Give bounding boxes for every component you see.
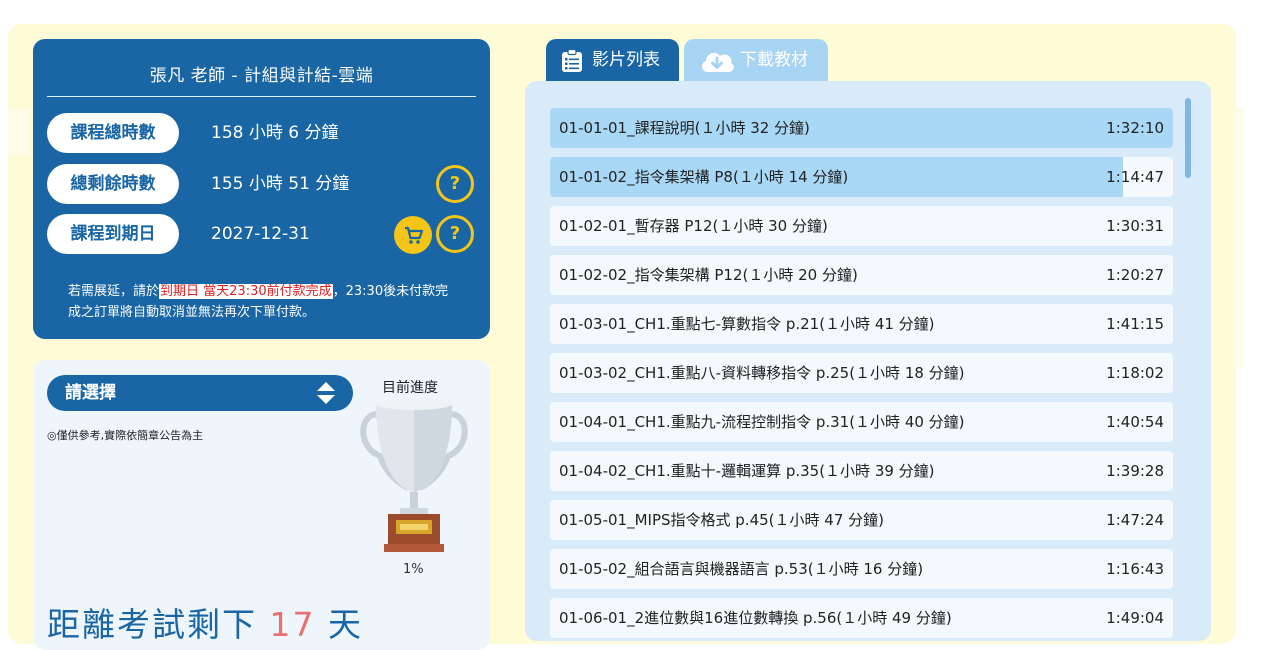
video-duration: 1:40:54 — [1106, 413, 1164, 431]
course-info-panel: 張凡 老師 - 計組與計結-雲端 課程總時數 158 小時 6 分鐘 總剩餘時數… — [33, 39, 490, 339]
video-duration: 1:16:43 — [1106, 560, 1164, 578]
video-duration: 1:32:10 — [1106, 119, 1164, 137]
video-duration: 1:47:24 — [1106, 511, 1164, 529]
video-title: 01-03-01_CH1.重點七-算數指令 p.21(１小時 41 分鐘) — [559, 315, 935, 333]
video-title: 01-01-02_指令集架構 P8(１小時 14 分鐘) — [559, 168, 849, 186]
countdown-prefix: 距離考試剩下 — [47, 605, 257, 644]
clipboard-list-icon — [562, 49, 582, 72]
video-item[interactable]: 01-02-01_暫存器 P12(１小時 30 分鐘) 1:30:31 — [550, 206, 1173, 246]
cart-button[interactable] — [394, 216, 432, 254]
video-duration: 1:14:47 — [1106, 168, 1164, 186]
stat-value: 155 小時 51 分鐘 — [211, 174, 350, 194]
trophy-icon — [360, 398, 468, 552]
cloud-download-icon — [702, 52, 734, 72]
progress-value: 1% — [403, 562, 424, 577]
video-item[interactable]: 01-02-02_指令集架構 P12(１小時 20 分鐘) 1:20:27 — [550, 255, 1173, 295]
decor-stripe — [8, 108, 30, 156]
video-title: 01-04-02_CH1.重點十-邏輯運算 p.35(１小時 39 分鐘) — [559, 462, 935, 480]
tab-downloads[interactable]: 下載教材 — [684, 39, 828, 81]
video-item[interactable]: 01-03-01_CH1.重點七-算數指令 p.21(１小時 41 分鐘) 1:4… — [550, 304, 1173, 344]
decor-stripe — [1234, 108, 1244, 368]
scrollbar[interactable] — [1185, 98, 1193, 630]
video-title: 01-05-02_組合語言與機器語言 p.53(１小時 16 分鐘) — [559, 560, 924, 578]
notice-text: 若需展延，請於 — [68, 284, 160, 299]
video-title: 01-06-01_2進位數與16進位數轉換 p.56(１小時 49 分鐘) — [559, 609, 952, 627]
video-item[interactable]: 01-01-01_課程說明(１小時 32 分鐘) 1:32:10 — [550, 108, 1173, 148]
countdown-suffix: 天 — [328, 605, 363, 644]
help-button[interactable]: ? — [436, 215, 474, 253]
stat-value: 2027-12-31 — [211, 224, 310, 244]
video-item[interactable]: 01-05-01_MIPS指令格式 p.45(１小時 47 分鐘) 1:47:24 — [550, 500, 1173, 540]
extension-notice: 若需展延，請於到期日 當天23:30前付款完成，23:30後未付款完成之訂單將自… — [68, 281, 458, 323]
progress-panel: 請選擇 ◎僅供參考,實際依簡章公告為主 目前進度 1% 距離考試剩下 17 天 — [33, 360, 490, 650]
divider — [47, 96, 476, 97]
video-duration: 1:30:31 — [1106, 217, 1164, 235]
stat-label: 課程到期日 — [47, 214, 179, 254]
video-title: 01-02-01_暫存器 P12(１小時 30 分鐘) — [559, 217, 828, 235]
course-title: 張凡 老師 - 計組與計結-雲端 — [149, 66, 374, 86]
video-duration: 1:41:15 — [1106, 315, 1164, 333]
stat-value: 158 小時 6 分鐘 — [211, 123, 339, 143]
video-item[interactable]: 01-03-02_CH1.重點八-資料轉移指令 p.25(１小時 18 分鐘) 1… — [550, 353, 1173, 393]
cart-icon — [405, 226, 424, 244]
select-label: 請選擇 — [65, 383, 116, 403]
video-item[interactable]: 01-01-02_指令集架構 P8(１小時 14 分鐘) 1:14:47 — [550, 157, 1173, 197]
scrollbar-thumb[interactable] — [1185, 98, 1191, 178]
video-duration: 1:49:04 — [1106, 609, 1164, 627]
chapter-select[interactable]: 請選擇 — [47, 375, 353, 411]
video-item[interactable]: 01-04-01_CH1.重點九-流程控制指令 p.31(１小時 40 分鐘) 1… — [550, 402, 1173, 442]
stat-label: 課程總時數 — [47, 113, 179, 153]
video-item[interactable]: 01-05-02_組合語言與機器語言 p.53(１小時 16 分鐘) 1:16:4… — [550, 549, 1173, 589]
video-title: 01-02-02_指令集架構 P12(１小時 20 分鐘) — [559, 266, 858, 284]
video-item[interactable]: 01-06-01_2進位數與16進位數轉換 p.56(１小時 49 分鐘) 1:4… — [550, 598, 1173, 638]
exam-countdown: 距離考試剩下 17 天 — [47, 598, 363, 646]
tab-label: 下載教材 — [740, 50, 808, 70]
video-title: 01-05-01_MIPS指令格式 p.45(１小時 47 分鐘) — [559, 511, 884, 529]
stat-expiry-date: 課程到期日 2027-12-31 ? — [47, 214, 477, 254]
sort-arrows-icon — [317, 382, 335, 404]
tab-label: 影片列表 — [592, 50, 660, 70]
help-button[interactable]: ? — [436, 165, 474, 203]
video-title: 01-03-02_CH1.重點八-資料轉移指令 p.25(１小時 18 分鐘) — [559, 364, 965, 382]
video-title: 01-01-01_課程說明(１小時 32 分鐘) — [559, 119, 810, 137]
video-item[interactable]: 01-04-02_CH1.重點十-邏輯運算 p.35(１小時 39 分鐘) 1:3… — [550, 451, 1173, 491]
progress-label: 目前進度 — [382, 380, 438, 396]
video-duration: 1:39:28 — [1106, 462, 1164, 480]
stat-remaining-hours: 總剩餘時數 155 小時 51 分鐘 ? — [47, 164, 477, 204]
video-duration: 1:18:02 — [1106, 364, 1164, 382]
video-duration: 1:20:27 — [1106, 266, 1164, 284]
video-title: 01-04-01_CH1.重點九-流程控制指令 p.31(１小時 40 分鐘) — [559, 413, 965, 431]
reference-note: ◎僅供參考,實際依簡章公告為主 — [47, 429, 204, 442]
tab-video-list[interactable]: 影片列表 — [546, 39, 679, 81]
stat-label: 總剩餘時數 — [47, 164, 179, 204]
stat-total-hours: 課程總時數 158 小時 6 分鐘 — [47, 113, 477, 153]
notice-highlight: 到期日 當天23:30前付款完成 — [159, 284, 333, 299]
countdown-days: 17 — [269, 605, 316, 644]
